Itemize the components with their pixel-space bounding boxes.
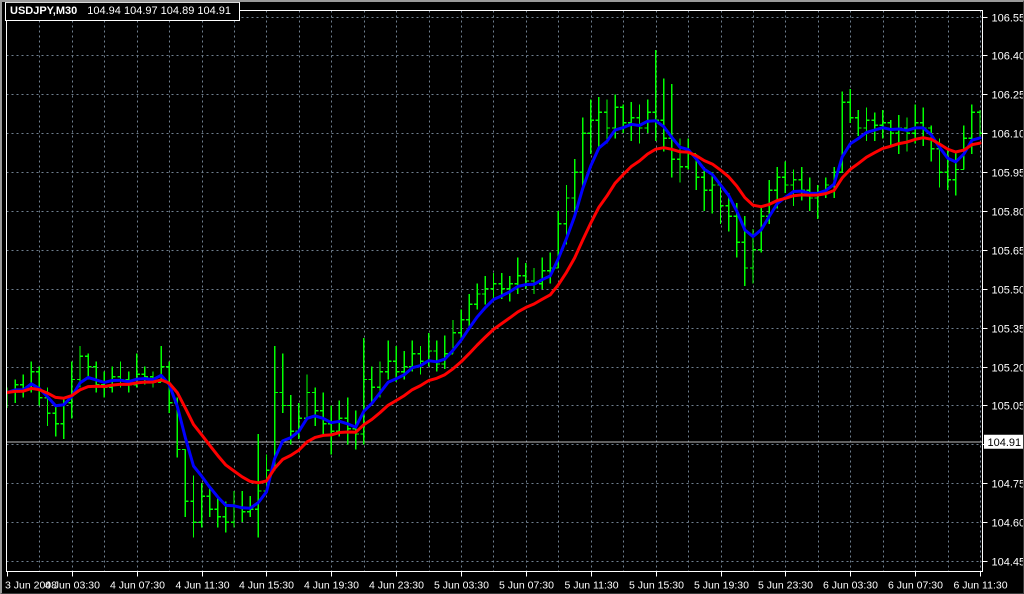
time-axis-label: 6 Jun 07:30 bbox=[888, 580, 943, 592]
time-axis-label: 5 Jun 19:30 bbox=[694, 580, 749, 592]
chart-window: 106.55 106.40 106.25 106.10 105.95 105.80 105.… bbox=[0, 0, 1024, 594]
price-axis-label: 105.35 bbox=[992, 324, 1024, 336]
price-axis-label: 105.80 bbox=[992, 207, 1024, 219]
time-axis-label: 4 Jun 07:30 bbox=[110, 580, 165, 592]
time-axis-label: 4 Jun 03:30 bbox=[45, 580, 100, 592]
price-axis-label: 105.65 bbox=[992, 246, 1024, 258]
price-axis-label: 104.45 bbox=[992, 557, 1024, 569]
current-price-value: 104.91 bbox=[988, 437, 1022, 449]
chart-ohlc-readout: 104.94 104.97 104.89 104.91 bbox=[87, 5, 232, 17]
price-axis-label: 106.40 bbox=[992, 51, 1024, 63]
chart-plot-area[interactable] bbox=[7, 11, 983, 572]
time-axis-label: 5 Jun 07:30 bbox=[499, 580, 554, 592]
chart-title: USDJPY,M30 104.94 104.97 104.89 104.91 bbox=[5, 2, 241, 21]
time-axis-label: 5 Jun 23:30 bbox=[758, 580, 813, 592]
price-axis-label: 106.10 bbox=[992, 129, 1024, 141]
price-axis-label: 105.20 bbox=[992, 363, 1024, 375]
chart-symbol-period: USDJPY,M30 bbox=[10, 5, 78, 17]
price-axis-label: 104.75 bbox=[992, 479, 1024, 491]
price-axis-label: 105.05 bbox=[992, 401, 1024, 413]
current-price-box: 104.91 bbox=[984, 434, 1023, 449]
price-chart-canvas[interactable]: 106.55 106.40 106.25 106.10 105.95 105.80 105.… bbox=[2, 2, 1023, 593]
time-axis-label: 5 Jun 11:30 bbox=[564, 580, 618, 592]
time-axis-label: 5 Jun 03:30 bbox=[434, 580, 489, 592]
price-axis-label: 105.50 bbox=[992, 285, 1024, 297]
time-axis-label: 4 Jun 15:30 bbox=[239, 580, 294, 592]
time-axis-label: 4 Jun 11:30 bbox=[175, 580, 229, 592]
price-axis-label: 104.60 bbox=[992, 518, 1024, 530]
price-axis-label: 106.55 bbox=[992, 13, 1024, 25]
time-axis-label: 6 Jun 11:30 bbox=[953, 580, 1007, 592]
time-axis-label: 5 Jun 15:30 bbox=[629, 580, 684, 592]
price-axis-label: 105.95 bbox=[992, 168, 1024, 180]
price-axis-label: 106.25 bbox=[992, 90, 1024, 102]
time-axis-label: 6 Jun 03:30 bbox=[823, 580, 878, 592]
time-axis-label: 4 Jun 19:30 bbox=[304, 580, 359, 592]
time-axis-label: 4 Jun 23:30 bbox=[369, 580, 424, 592]
